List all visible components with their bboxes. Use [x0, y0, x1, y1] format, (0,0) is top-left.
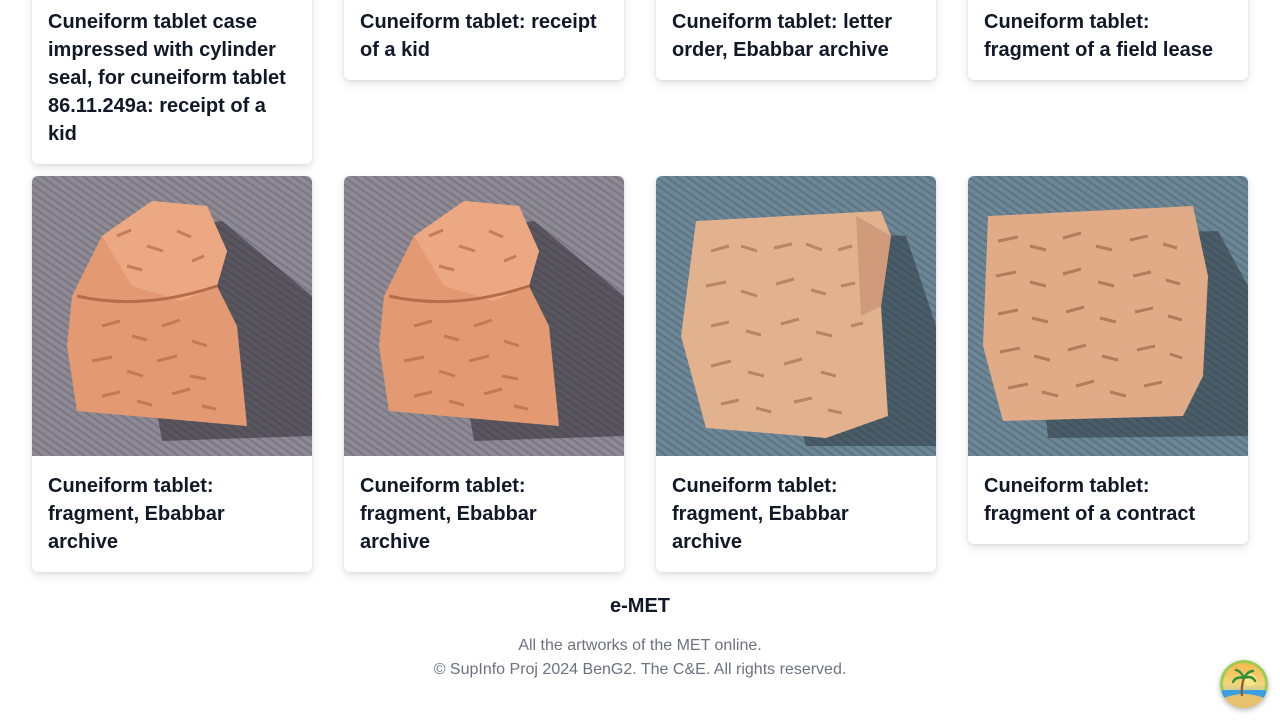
artwork-image[interactable] [968, 176, 1248, 456]
artwork-image[interactable] [32, 176, 312, 456]
artwork-card[interactable]: Cuneiform tablet: fragment of a contract [968, 176, 1248, 544]
artwork-card[interactable]: Cuneiform tablet case impressed with cyl… [32, 0, 312, 164]
artwork-card[interactable]: Cuneiform tablet: letter order, Ebabbar … [656, 0, 936, 80]
artwork-title[interactable]: Cuneiform tablet: fragment, Ebabbar arch… [656, 456, 936, 572]
artwork-card[interactable]: Cuneiform tablet: fragment, Ebabbar arch… [32, 176, 312, 572]
beach-island-icon [1220, 660, 1268, 708]
artwork-title[interactable]: Cuneiform tablet: letter order, Ebabbar … [656, 0, 936, 80]
artwork-card[interactable]: Cuneiform tablet: receipt of a kid [344, 0, 624, 80]
artwork-image[interactable] [344, 176, 624, 456]
artwork-title[interactable]: Cuneiform tablet: fragment, Ebabbar arch… [344, 456, 624, 572]
artwork-card[interactable]: Cuneiform tablet: fragment of a field le… [968, 0, 1248, 80]
page: Cuneiform tablet case impressed with cyl… [0, 0, 1280, 720]
footer: e-MET All the artworks of the MET online… [0, 590, 1280, 682]
artwork-image[interactable] [656, 176, 936, 456]
artwork-title[interactable]: Cuneiform tablet: fragment, Ebabbar arch… [32, 456, 312, 572]
footer-copyright: © SupInfo Proj 2024 BenG2. The C&E. All … [433, 661, 847, 678]
footer-brand: e-MET [610, 595, 670, 617]
artwork-card[interactable]: Cuneiform tablet: fragment, Ebabbar arch… [656, 176, 936, 572]
footer-tagline: All the artworks of the MET online. [518, 637, 762, 654]
artwork-card[interactable]: Cuneiform tablet: fragment, Ebabbar arch… [344, 176, 624, 572]
artwork-title[interactable]: Cuneiform tablet: fragment of a contract [968, 456, 1248, 544]
artwork-title[interactable]: Cuneiform tablet: fragment of a field le… [968, 0, 1248, 80]
artwork-title[interactable]: Cuneiform tablet case impressed with cyl… [32, 0, 312, 164]
floating-action-button[interactable] [1220, 660, 1268, 708]
artwork-title[interactable]: Cuneiform tablet: receipt of a kid [344, 0, 624, 80]
